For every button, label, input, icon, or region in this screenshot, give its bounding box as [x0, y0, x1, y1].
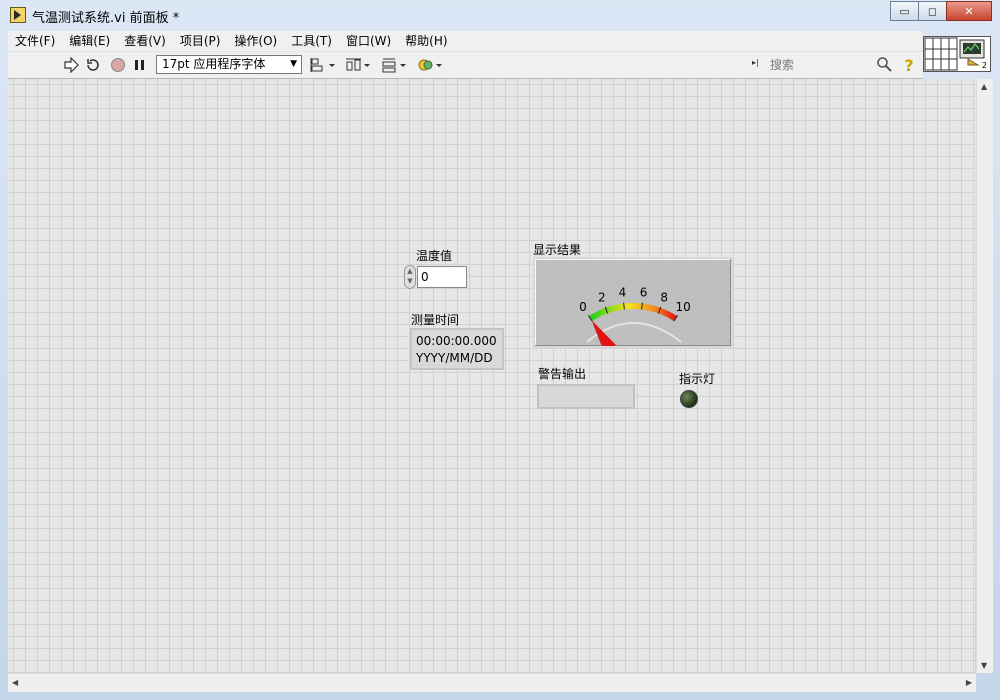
scroll-right-icon[interactable]: ▶	[966, 678, 972, 687]
temperature-input[interactable]: 0	[417, 266, 467, 288]
title-bar: 气温测试系统.vi 前面板 * ▭ ◻ ✕	[0, 0, 1000, 30]
close-button[interactable]: ✕	[946, 1, 992, 21]
gauge-scale-label: 2	[598, 290, 606, 304]
alarm-output-indicator	[537, 384, 635, 409]
menu-help[interactable]: 帮助(H)	[398, 31, 454, 51]
menu-tools[interactable]: 工具(T)	[284, 31, 339, 51]
chevron-down-icon: ▼	[290, 59, 297, 69]
gauge-scale-label: 0	[579, 300, 587, 314]
run-arrow-icon[interactable]	[62, 56, 80, 74]
horizontal-scrollbar[interactable]: ◀ ▶	[8, 673, 976, 692]
search-expand-icon[interactable]: ▸|	[752, 58, 759, 67]
menu-project[interactable]: 项目(P)	[173, 31, 228, 51]
measure-date-value: YYYY/MM/DD	[416, 351, 493, 365]
measure-time-value: 00:00:00.000	[416, 334, 497, 348]
gauge-color-arc	[588, 303, 678, 322]
resize-icon[interactable]	[380, 56, 408, 74]
font-select[interactable]: 17pt 应用程序字体 ▼	[156, 55, 302, 74]
measure-time-label: 测量时间	[411, 313, 460, 327]
alarm-output-label: 警告输出	[538, 367, 587, 381]
gauge-svg: 02 4 6 8 10	[579, 286, 691, 346]
front-panel[interactable]	[8, 79, 975, 673]
window-controls: ▭ ◻ ✕	[890, 1, 992, 21]
search-area: ▸| 搜索	[752, 56, 892, 74]
display-result-label: 显示结果	[533, 243, 582, 257]
labview-app-icon	[10, 7, 26, 23]
search-icon[interactable]	[876, 56, 892, 75]
maximize-button[interactable]: ◻	[918, 1, 947, 21]
gauge-scale-label: 4	[619, 286, 627, 300]
abort-icon[interactable]	[109, 56, 127, 74]
indicator-light	[680, 390, 698, 408]
menu-file[interactable]: 文件(F)	[8, 31, 62, 51]
connector-pane-badge: 2	[981, 61, 987, 70]
display-result-gauge: 0 2 4 6 8 10	[533, 257, 733, 348]
gauge-scale-labels: 02 4 6 8 10	[579, 286, 691, 314]
connector-grid-icon	[924, 37, 985, 71]
search-input[interactable]: 搜索	[770, 56, 870, 74]
scroll-down-icon[interactable]: ▼	[981, 661, 987, 670]
distribute-icon[interactable]	[344, 56, 372, 74]
indicator-light-label: 指示灯	[679, 372, 716, 386]
toolbar: 17pt 应用程序字体 ▼ ▸| 搜索 ?	[8, 52, 923, 79]
menu-window[interactable]: 窗口(W)	[339, 31, 398, 51]
connector-pane[interactable]: 2	[923, 36, 991, 72]
window-title: 气温测试系统.vi 前面板 *	[32, 11, 180, 26]
menu-bar: 文件(F) 编辑(E) 查看(V) 项目(P) 操作(O) 工具(T) 窗口(W…	[8, 31, 923, 51]
menu-view[interactable]: 查看(V)	[117, 31, 173, 51]
align-icon[interactable]	[309, 56, 337, 74]
menu-edit[interactable]: 编辑(E)	[62, 31, 117, 51]
temperature-numeric-control[interactable]: ▲ ▼ 0	[404, 265, 468, 289]
menu-operate[interactable]: 操作(O)	[227, 31, 284, 51]
run-continuously-icon[interactable]	[84, 56, 102, 74]
scroll-up-icon[interactable]: ▲	[981, 82, 987, 91]
gauge-scale-label: 10	[675, 300, 690, 314]
temperature-label: 温度值	[416, 249, 453, 263]
pause-icon[interactable]	[132, 56, 148, 74]
measure-time-indicator: 00:00:00.000 YYYY/MM/DD	[410, 328, 504, 370]
gauge-scale-label: 6	[640, 286, 648, 300]
minimize-button[interactable]: ▭	[890, 1, 919, 21]
help-icon[interactable]: ?	[901, 56, 917, 75]
vertical-scrollbar[interactable]: ▲ ▼	[976, 79, 993, 673]
temperature-spinner[interactable]: ▲ ▼	[404, 265, 416, 289]
scroll-left-icon[interactable]: ◀	[12, 678, 18, 687]
gauge-needle	[591, 320, 616, 346]
reorder-icon[interactable]	[416, 56, 444, 74]
labview-window: 气温测试系统.vi 前面板 * ▭ ◻ ✕ 文件(F) 编辑(E) 查看(V) …	[0, 0, 1000, 700]
font-select-value: 17pt 应用程序字体	[162, 57, 266, 71]
gauge-scale-label: 8	[660, 290, 668, 304]
